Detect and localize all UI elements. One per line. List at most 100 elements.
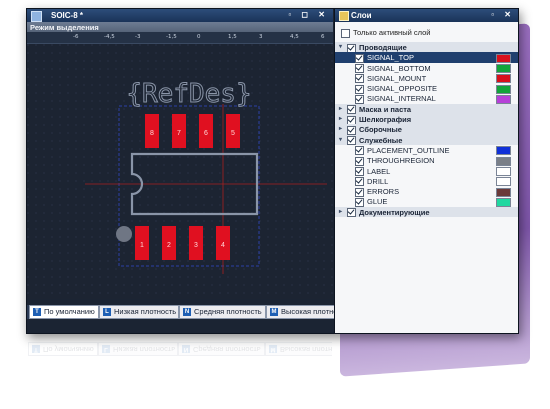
layer-item[interactable]: ERRORS	[335, 186, 518, 197]
layer-label: SIGNAL_TOP	[367, 53, 414, 63]
tab-density[interactable]: MВысокая плотность	[265, 342, 332, 356]
document-icon	[31, 11, 42, 22]
layer-item[interactable]: LABEL	[335, 166, 518, 177]
mode-label: Режим выделения	[30, 23, 99, 32]
tab-density[interactable]: N Средняя плотность	[178, 342, 265, 356]
pad-number: 5	[231, 130, 235, 137]
layer-label: SIGNAL_OPPOSITE	[367, 84, 438, 94]
tab-icon: Т	[33, 308, 41, 316]
layer-checkbox[interactable]	[355, 177, 364, 187]
window-controls[interactable]: ▫ ◻ ✕	[288, 10, 329, 19]
pad-number: 4	[221, 242, 225, 249]
layer-checkbox[interactable]	[355, 95, 364, 104]
layer-item[interactable]: SIGNAL_OPPOSITE	[335, 83, 518, 94]
layers-panel-titlebar[interactable]: Слои ▫ ✕	[335, 9, 518, 22]
layer-checkbox[interactable]	[355, 84, 364, 94]
layer-item[interactable]: DRILL	[335, 176, 518, 187]
ruler-tick-label: 6	[321, 34, 325, 40]
layer-color-swatch[interactable]	[496, 53, 511, 63]
tab-density[interactable]: L Низкая плотность	[99, 305, 179, 319]
layer-checkbox[interactable]	[347, 208, 356, 218]
layer-label: DRILL	[367, 176, 389, 186]
collapse-arrow-icon[interactable]: ▸	[339, 115, 342, 122]
pad-number: 3	[194, 242, 198, 249]
layer-label: SIGNAL_INTERNAL	[367, 94, 436, 104]
layer-color-swatch[interactable]	[496, 94, 511, 104]
footprint-drawing: {RefDes} 8 7 6 5 1 2 3 4	[27, 44, 333, 299]
tab-label: По умолчанию	[44, 307, 95, 316]
layer-checkbox[interactable]	[355, 156, 364, 166]
layer-color-swatch[interactable]	[496, 197, 511, 207]
layer-label: LABEL	[367, 166, 391, 176]
layer-checkbox[interactable]	[355, 53, 364, 63]
pad-number: 6	[204, 130, 208, 137]
layer-checkbox[interactable]	[355, 187, 364, 197]
layer-group[interactable]: ▾ Проводящие	[335, 42, 518, 53]
layer-item[interactable]: THROUGHREGION	[335, 155, 518, 166]
layer-group-label: Проводящие	[359, 43, 407, 52]
editor-window: SOIC-8 * ▫ ◻ ✕ Режим выделения -6 -4,5 -3-…	[26, 8, 519, 334]
only-active-layer-checkbox[interactable]: Только активный слой	[341, 28, 430, 38]
checkbox-icon[interactable]	[341, 28, 350, 38]
layer-color-swatch[interactable]	[496, 156, 511, 166]
layer-label: SIGNAL_MOUNT	[367, 73, 427, 83]
layer-item[interactable]: PLACEMENT_OUTLINE	[335, 145, 518, 156]
tab-icon: M	[270, 308, 278, 316]
collapse-arrow-icon[interactable]: ▸	[339, 125, 342, 132]
layer-item[interactable]: GLUE	[335, 196, 518, 207]
layer-checkbox[interactable]	[347, 115, 356, 125]
tab-icon: L	[102, 345, 110, 353]
refdes-text: {RefDes}	[126, 79, 251, 109]
tab-density[interactable]: L Низкая плотность	[98, 342, 178, 356]
layer-group[interactable]: ▸ Сборочные	[335, 124, 518, 135]
collapse-arrow-icon[interactable]: ▸	[339, 208, 342, 215]
expand-arrow-icon[interactable]: ▾	[339, 136, 342, 143]
layer-item[interactable]: SIGNAL_MOUNT	[335, 73, 518, 84]
layer-color-swatch[interactable]	[496, 74, 511, 84]
layer-checkbox[interactable]	[347, 43, 356, 53]
tab-label: Средняя плотность	[193, 345, 261, 354]
layer-color-swatch[interactable]	[496, 177, 511, 187]
layer-group[interactable]: ▸ Маска и паста	[335, 103, 518, 115]
layers-icon	[339, 11, 349, 21]
layer-color-swatch[interactable]	[496, 64, 511, 74]
tab-density[interactable]: Т По умолчанию	[29, 305, 99, 319]
layer-group[interactable]: ▸ Шелкография	[335, 114, 518, 125]
pcb-canvas[interactable]: {RefDes} 8 7 6 5 1 2 3 4	[27, 44, 333, 299]
layer-color-swatch[interactable]	[496, 84, 511, 94]
layer-group-label: Служебные	[359, 135, 403, 145]
window-titlebar[interactable]: SOIC-8 * ▫ ◻ ✕	[27, 9, 333, 22]
layer-item[interactable]: SIGNAL_BOTTOM	[335, 63, 518, 74]
layer-checkbox[interactable]	[347, 136, 356, 146]
expand-arrow-icon[interactable]: ▾	[339, 43, 342, 50]
layer-checkbox[interactable]	[355, 64, 364, 74]
layer-label: PLACEMENT_OUTLINE	[367, 145, 450, 155]
layer-checkbox[interactable]	[355, 197, 364, 207]
layer-checkbox[interactable]	[355, 74, 364, 84]
layer-group[interactable]: ▸ Документирующие	[335, 206, 518, 218]
pad-number: 8	[150, 130, 154, 137]
ruler-tick-label: 3	[259, 34, 263, 40]
collapse-arrow-icon[interactable]: ▸	[339, 105, 342, 112]
layer-color-swatch[interactable]	[496, 187, 511, 197]
tab-icon: M	[269, 345, 277, 353]
ruler-tick-label: -3	[135, 34, 141, 40]
window-title: SOIC-8 *	[51, 11, 84, 20]
layer-group[interactable]: ▾ Служебные	[335, 134, 518, 146]
only-active-layer-label: Только активный слой	[353, 28, 431, 37]
layer-group-label: Шелкография	[359, 115, 412, 125]
layer-item[interactable]: SIGNAL_INTERNAL	[335, 93, 518, 104]
layer-checkbox[interactable]	[355, 146, 364, 156]
ruler-tick-label: 4,5	[290, 34, 299, 40]
tab-icon: Т	[32, 345, 40, 353]
tab-density[interactable]: N Средняя плотность	[179, 305, 266, 319]
layer-color-swatch[interactable]	[496, 167, 511, 177]
panel-controls[interactable]: ▫ ✕	[491, 10, 515, 19]
layer-checkbox[interactable]	[347, 125, 356, 135]
layer-color-swatch[interactable]	[496, 146, 511, 156]
tab-density[interactable]: Т По умолчанию	[28, 342, 98, 356]
layer-checkbox[interactable]	[347, 105, 356, 115]
layer-group-label: Документирующие	[359, 207, 430, 217]
layer-checkbox[interactable]	[355, 167, 364, 177]
layer-item[interactable]: SIGNAL_TOP	[335, 52, 518, 63]
